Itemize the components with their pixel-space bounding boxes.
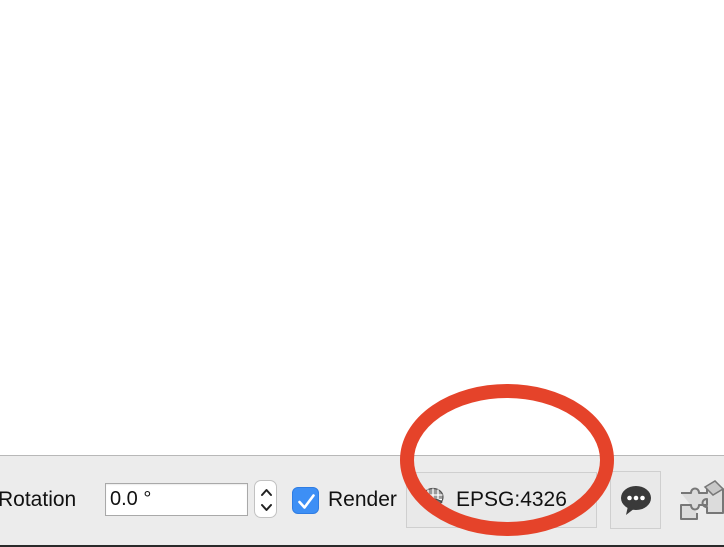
checkmark-icon	[298, 494, 315, 509]
plugin-button[interactable]	[672, 471, 724, 529]
render-checkbox[interactable]	[292, 487, 319, 514]
map-canvas[interactable]	[0, 0, 724, 455]
speech-bubble-icon	[621, 486, 651, 515]
rotation-input[interactable]	[105, 483, 248, 516]
crs-label: EPSG:4326	[456, 488, 567, 511]
up-down-chevron-icon	[261, 489, 272, 511]
rotation-stepper[interactable]	[254, 480, 277, 518]
puzzle-piece-icon	[680, 480, 724, 520]
globe-grid-icon	[422, 487, 444, 511]
messages-button[interactable]	[610, 471, 661, 529]
render-label: Render	[328, 488, 397, 511]
rotation-label: Rotation	[0, 488, 77, 511]
